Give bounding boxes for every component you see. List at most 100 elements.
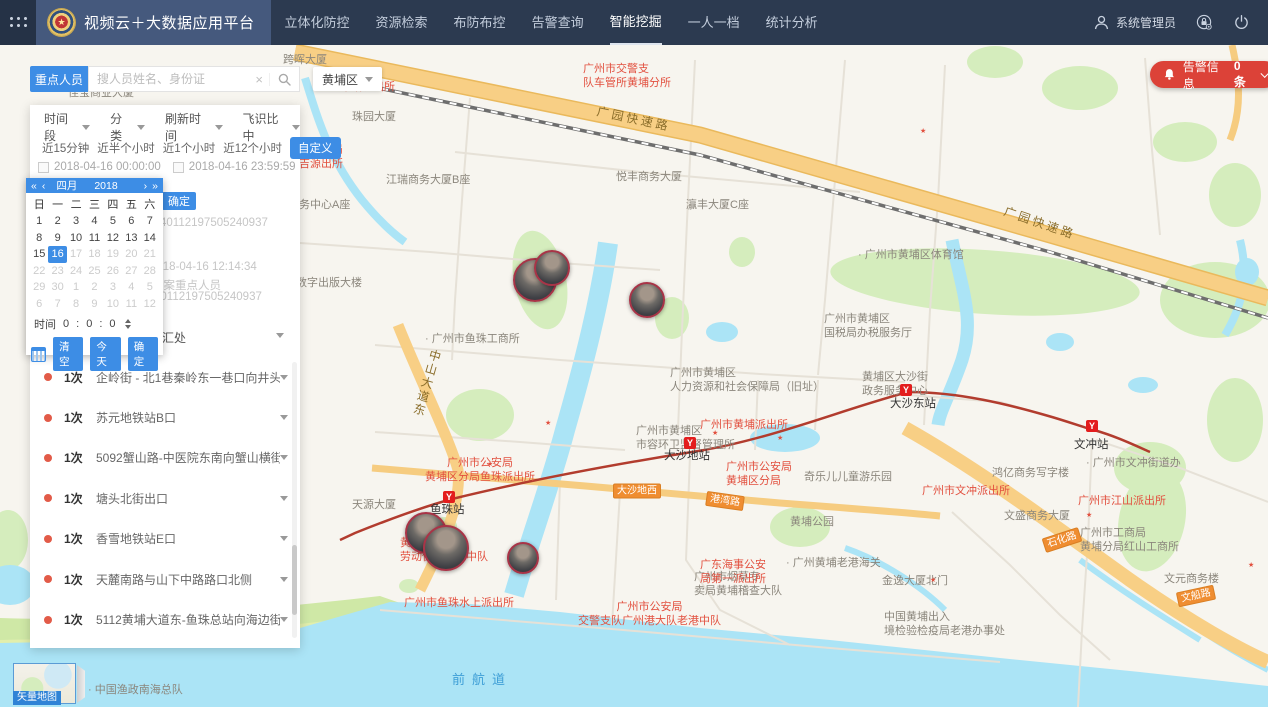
list-item[interactable]: 1次5112黄埔大道东-鱼珠总站向海边街（全）	[30, 599, 300, 639]
calendar-day[interactable]: 16	[48, 246, 66, 263]
security-lock-icon[interactable]	[1196, 14, 1213, 31]
date-from-field[interactable]: 2018-04-16 00:00:00	[38, 161, 161, 173]
key-person-tab[interactable]: 重点人员	[30, 66, 88, 92]
calendar-year[interactable]: 2018	[94, 180, 117, 192]
calendar-day[interactable]: 3	[67, 213, 85, 230]
time-hour[interactable]: 0	[63, 318, 69, 330]
quick-range-option[interactable]: 自定义	[290, 137, 341, 159]
calendar-day[interactable]: 7	[48, 296, 66, 313]
face-marker[interactable]	[507, 542, 539, 574]
face-marker[interactable]	[629, 282, 665, 318]
quick-range-option[interactable]: 近12个小时	[223, 140, 282, 156]
calendar-day[interactable]: 1	[30, 213, 48, 230]
topbar-menu-item[interactable]: 智能挖掘	[610, 0, 662, 45]
calendar-day[interactable]: 18	[85, 246, 103, 263]
search-button[interactable]	[269, 73, 299, 86]
chevron-down-icon[interactable]	[280, 617, 288, 622]
calendar-day[interactable]: 19	[104, 246, 122, 263]
today-button[interactable]: 今天	[90, 337, 120, 371]
calendar-day[interactable]: 2	[85, 279, 103, 296]
spinner-up-icon[interactable]	[125, 319, 131, 323]
calendar-day[interactable]: 7	[141, 213, 159, 230]
date-to-field[interactable]: 2018-04-16 23:59:59	[173, 161, 296, 173]
topbar-menu-item[interactable]: 告警查询	[532, 0, 584, 45]
calendar-day[interactable]: 6	[122, 213, 140, 230]
prev-year-button[interactable]: «	[31, 180, 37, 192]
confirm-button[interactable]: 确定	[128, 337, 158, 371]
list-item[interactable]: 1次塘头北街出口	[30, 478, 300, 518]
calendar-day[interactable]: 10	[104, 296, 122, 313]
popup-confirm-button[interactable]: 确定	[162, 192, 196, 210]
calendar-day[interactable]: 2	[48, 213, 66, 230]
calendar-day[interactable]: 1	[67, 279, 85, 296]
prev-month-button[interactable]: ‹	[42, 180, 46, 192]
search-input[interactable]	[89, 72, 249, 86]
quick-range-option[interactable]: 近15分钟	[42, 140, 89, 156]
chevron-down-icon[interactable]	[280, 536, 288, 541]
calendar-day[interactable]: 5	[104, 213, 122, 230]
calendar-day[interactable]: 11	[122, 296, 140, 313]
power-icon[interactable]	[1233, 14, 1250, 31]
time-second[interactable]: 0	[109, 318, 115, 330]
calendar-day[interactable]: 4	[85, 213, 103, 230]
next-year-button[interactable]: »	[152, 180, 158, 192]
topbar-menu-item[interactable]: 立体化防控	[285, 0, 350, 45]
time-stepper[interactable]	[125, 319, 131, 329]
calendar-day[interactable]: 20	[122, 246, 140, 263]
calendar-day[interactable]: 12	[141, 296, 159, 313]
calendar-icon-button[interactable]	[31, 347, 46, 362]
topbar-menu-item[interactable]: 统计分析	[766, 0, 818, 45]
calendar-day[interactable]: 30	[48, 279, 66, 296]
chevron-down-icon[interactable]	[280, 455, 288, 460]
calendar-day[interactable]: 12	[104, 230, 122, 247]
calendar-day[interactable]: 4	[122, 279, 140, 296]
chevron-down-icon[interactable]	[1260, 68, 1268, 77]
list-item[interactable]: 1次天麓南路与山下中路路口北侧	[30, 559, 300, 599]
time-minute[interactable]: 0	[86, 318, 92, 330]
topbar-menu-item[interactable]: 一人一档	[688, 0, 740, 45]
chevron-down-icon[interactable]	[276, 333, 284, 338]
calendar-month[interactable]: 四月	[56, 178, 77, 193]
calendar-day[interactable]: 3	[104, 279, 122, 296]
calendar-day[interactable]: 9	[48, 230, 66, 247]
calendar-day[interactable]: 24	[67, 263, 85, 280]
calendar-day[interactable]: 15	[30, 246, 48, 263]
calendar-day[interactable]: 26	[104, 263, 122, 280]
calendar-day[interactable]: 5	[141, 279, 159, 296]
calendar-day[interactable]: 9	[85, 296, 103, 313]
clear-icon[interactable]	[249, 72, 269, 87]
calendar-day[interactable]: 14	[141, 230, 159, 247]
calendar-day[interactable]: 21	[141, 246, 159, 263]
calendar-day[interactable]: 29	[30, 279, 48, 296]
alarm-info-pill[interactable]: 告警信息 0 条	[1150, 61, 1268, 88]
calendar-day[interactable]: 25	[85, 263, 103, 280]
district-dropdown[interactable]: 黄埔区	[313, 67, 382, 91]
topbar-menu-item[interactable]: 资源检索	[376, 0, 428, 45]
calendar-day[interactable]: 10	[67, 230, 85, 247]
calendar-day[interactable]: 22	[30, 263, 48, 280]
quick-range-option[interactable]: 近半个小时	[97, 140, 155, 156]
list-item[interactable]: 1次香雪地铁站E口	[30, 519, 300, 559]
apps-grid-button[interactable]	[0, 0, 36, 45]
minimap-fold-handle[interactable]	[77, 665, 85, 703]
chevron-down-icon[interactable]	[280, 496, 288, 501]
next-month-button[interactable]: ›	[144, 180, 148, 192]
partially-hidden-list-item[interactable]: 汇处	[162, 329, 186, 346]
chevron-down-icon[interactable]	[280, 375, 288, 380]
calendar-day[interactable]: 8	[30, 230, 48, 247]
list-item[interactable]: 1次苏元地铁站B口	[30, 397, 300, 437]
chevron-down-icon[interactable]	[280, 415, 288, 420]
calendar-day[interactable]: 6	[30, 296, 48, 313]
chevron-down-icon[interactable]	[280, 577, 288, 582]
calendar-day[interactable]: 27	[122, 263, 140, 280]
list-item[interactable]: 1次5092蟹山路-中医院东南向蟹山横街	[30, 438, 300, 478]
calendar-day[interactable]: 28	[141, 263, 159, 280]
clear-button[interactable]: 清空	[53, 337, 83, 371]
spinner-down-icon[interactable]	[125, 325, 131, 329]
scrollbar-thumb[interactable]	[292, 545, 297, 615]
calendar-day[interactable]: 23	[48, 263, 66, 280]
calendar-day[interactable]: 8	[67, 296, 85, 313]
topbar-menu-item[interactable]: 布防布控	[454, 0, 506, 45]
quick-range-option[interactable]: 近1个小时	[163, 140, 215, 156]
calendar-day[interactable]: 11	[85, 230, 103, 247]
